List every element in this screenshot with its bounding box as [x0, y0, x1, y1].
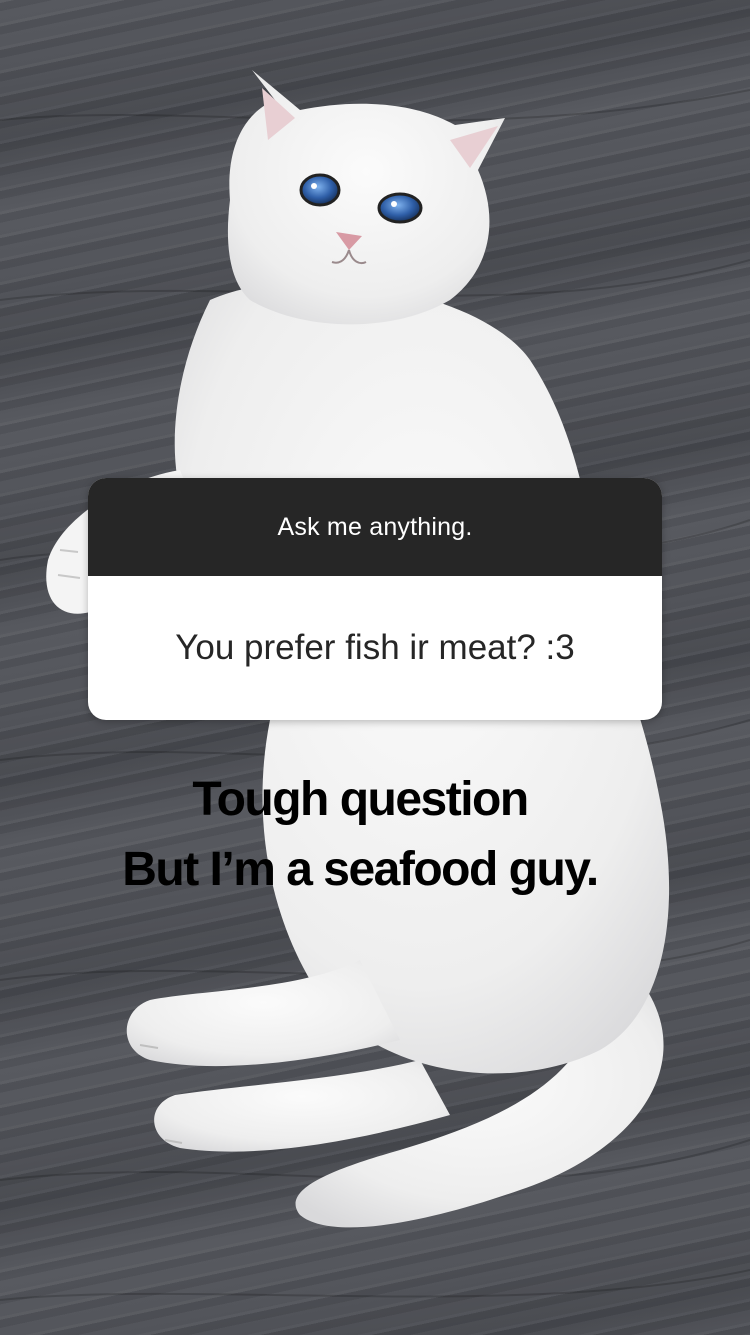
cat-hind-leg-lower: [154, 1060, 450, 1152]
cat-hind-leg-upper: [126, 960, 400, 1067]
question-sticker[interactable]: Ask me anything. You prefer fish ir meat…: [88, 478, 662, 720]
answer-text-line-1: Tough question: [192, 773, 529, 826]
question-text: You prefer fish ir meat? :3: [175, 628, 575, 667]
cat-right-eye: [377, 192, 423, 224]
story-canvas: Ask me anything. You prefer fish ir meat…: [0, 0, 750, 1335]
answer-text-line-2: But I’m a seafood guy.: [122, 843, 599, 896]
cat-left-eye: [299, 173, 341, 207]
question-prompt: Ask me anything.: [88, 478, 662, 576]
